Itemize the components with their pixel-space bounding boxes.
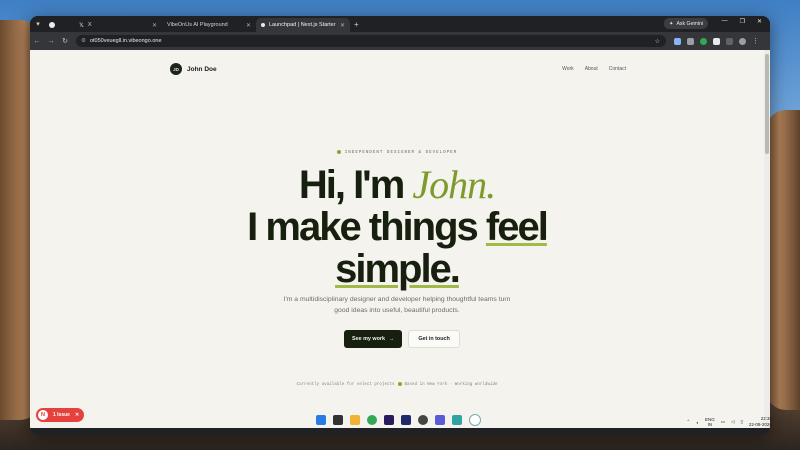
extensions-puzzle-icon[interactable] xyxy=(726,37,733,45)
app-icon[interactable] xyxy=(435,415,445,425)
start-icon[interactable] xyxy=(316,415,326,425)
system-tray: ⌃ ◐ ENG IN ▭ ◁ ▯ 22:38 22-09-2026 ♢ xyxy=(686,416,782,428)
close-window-icon[interactable]: ✕ xyxy=(757,18,762,25)
maximize-icon[interactable]: ❐ xyxy=(740,18,745,25)
wallpaper-rock-right xyxy=(766,110,800,410)
menu-kebab-icon[interactable]: ⋮ xyxy=(752,37,759,45)
headline-underline: feel xyxy=(485,205,549,249)
window-controls: — ❐ ✕ xyxy=(722,18,762,25)
address-bar[interactable]: ⚙ ot050veuegll.in.vibeongo.one ☆ xyxy=(76,35,666,47)
headline-underline: simple. xyxy=(335,247,461,291)
volume-icon[interactable]: ◁ xyxy=(731,419,734,425)
extension-icon[interactable] xyxy=(687,37,694,45)
close-icon[interactable]: ✕ xyxy=(152,22,157,29)
scrollbar-thumb[interactable] xyxy=(765,54,769,154)
clock[interactable]: 22:38 22-09-2026 xyxy=(749,416,772,428)
taskbar: ⌃ ◐ ENG IN ▭ ◁ ▯ 22:38 22-09-2026 ♢ xyxy=(0,410,800,450)
headline-accent: John. xyxy=(412,162,496,207)
forward-icon[interactable]: → xyxy=(44,38,58,45)
premiere-icon[interactable] xyxy=(401,415,411,425)
browser-toolbar: ← → ↻ ⚙ ot050veuegll.in.vibeongo.one ☆ ⋮ xyxy=(30,32,770,50)
availability-note: Currently available for select projects B… xyxy=(296,382,498,388)
status-dot-icon xyxy=(336,150,341,154)
favicon-icon xyxy=(261,23,265,27)
status-dot-icon xyxy=(397,382,402,386)
app-icon[interactable] xyxy=(418,415,428,425)
bookmark-star-icon[interactable]: ☆ xyxy=(655,38,660,45)
app-icon[interactable] xyxy=(452,415,462,425)
get-in-touch-button[interactable]: Get in touch xyxy=(408,330,460,348)
nav-link-about[interactable]: About xyxy=(585,66,598,72)
site-logo[interactable]: JD xyxy=(170,63,182,75)
close-icon[interactable]: ✕ xyxy=(340,22,345,29)
url-text: ot050veuegll.in.vibeongo.one xyxy=(89,38,162,44)
ask-gemini-button[interactable]: ✦ Ask Gemini xyxy=(664,18,708,29)
site-brand[interactable]: John Doe xyxy=(187,66,217,73)
tab-vibeonus[interactable]: VibeOnUs AI Playground ✕ xyxy=(162,18,256,32)
eyebrow: INDEPENDENT DESIGNER & DEVELOPER xyxy=(30,150,764,155)
tab-pinned[interactable] xyxy=(44,18,74,32)
tab-launchpad[interactable]: Launchpad | Next.js Starter ✕ xyxy=(256,18,350,32)
close-icon[interactable]: ✕ xyxy=(246,22,251,29)
hero-headline: Hi, I'm John. I make things feel simple. xyxy=(247,162,549,291)
extension-icon[interactable] xyxy=(674,37,681,45)
see-my-work-button[interactable]: See my work → xyxy=(344,330,403,348)
hero-cta-group: See my work → Get in touch xyxy=(344,330,460,348)
gemini-icon: ✦ xyxy=(669,20,674,27)
tab-label: Launchpad | Next.js Starter xyxy=(269,22,336,28)
after-effects-icon[interactable] xyxy=(384,415,394,425)
new-tab-button[interactable]: + xyxy=(354,20,359,29)
site-info-icon[interactable]: ⚙ xyxy=(81,38,86,44)
tray-app-icon[interactable]: ◐ xyxy=(696,420,699,425)
nav-link-contact[interactable]: Contact xyxy=(609,66,626,72)
tab-label: X xyxy=(87,22,92,28)
site-nav: Work About Contact xyxy=(562,66,626,72)
arrow-right-icon: → xyxy=(388,336,395,342)
tab-label: VibeOnUs AI Playground xyxy=(167,22,228,28)
chrome-icon[interactable] xyxy=(367,415,377,425)
favicon-icon xyxy=(49,22,55,28)
tab-search-icon[interactable]: ▾ xyxy=(32,18,44,30)
extension-icon[interactable] xyxy=(700,37,707,45)
extensions-area: ⋮ xyxy=(674,37,759,45)
wifi-icon[interactable]: ▭ xyxy=(721,419,725,425)
app-icon[interactable] xyxy=(469,414,481,426)
site-header: JD John Doe Work About Contact xyxy=(170,62,626,76)
battery-icon[interactable]: ▯ xyxy=(740,419,742,425)
back-icon[interactable]: ← xyxy=(30,38,44,45)
taskbar-apps xyxy=(316,414,481,426)
minimize-icon[interactable]: — xyxy=(722,18,728,25)
tab-x[interactable]: 𝕏 X ✕ xyxy=(74,18,162,32)
page-scrollbar[interactable] xyxy=(764,50,770,428)
profile-avatar[interactable] xyxy=(739,37,746,45)
tray-chevron-icon[interactable]: ⌃ xyxy=(686,419,690,425)
nav-link-work[interactable]: Work xyxy=(562,66,574,72)
hero-subtitle: I'm a multidisciplinary designer and dev… xyxy=(283,296,511,314)
notification-bell-icon[interactable]: ♢ xyxy=(778,419,782,425)
web-page: JD John Doe Work About Contact INDEPENDE… xyxy=(30,50,764,428)
browser-window: ▾ 𝕏 X ✕ VibeOnUs AI Playground ✕ Launchp… xyxy=(30,16,770,434)
task-view-icon[interactable] xyxy=(333,415,343,425)
reload-icon[interactable]: ↻ xyxy=(58,37,72,45)
x-logo-icon: 𝕏 xyxy=(79,23,84,29)
language-indicator[interactable]: ENG IN xyxy=(705,417,715,427)
file-explorer-icon[interactable] xyxy=(350,415,360,425)
tab-strip: ▾ 𝕏 X ✕ VibeOnUs AI Playground ✕ Launchp… xyxy=(30,16,770,32)
extension-icon[interactable] xyxy=(713,37,720,45)
